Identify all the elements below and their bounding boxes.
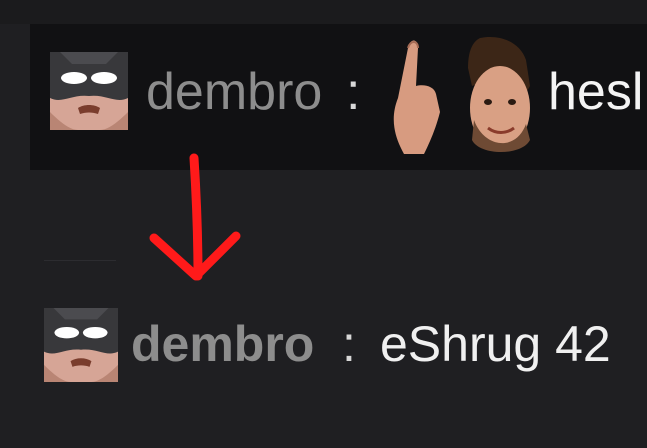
- separator-colon: :: [346, 63, 361, 121]
- message-text: eShrug 42: [380, 316, 611, 372]
- avatar[interactable]: [44, 308, 118, 382]
- down-arrow-icon: [149, 153, 241, 281]
- top-bar: [0, 0, 647, 24]
- avatar[interactable]: [50, 52, 128, 130]
- chat-message-before[interactable]: dembro : hesl: [30, 24, 647, 170]
- separator-colon: :: [342, 316, 356, 372]
- username[interactable]: dembro: [131, 315, 314, 373]
- username[interactable]: dembro: [146, 62, 322, 122]
- batman-avatar-icon: [44, 308, 118, 382]
- message-text: hesl: [548, 63, 644, 121]
- waving-man-emote-icon[interactable]: [384, 28, 534, 156]
- chat-message-after[interactable]: dembro : eShrug 42: [0, 296, 647, 396]
- batman-avatar-icon: [50, 52, 128, 130]
- divider: [44, 260, 116, 261]
